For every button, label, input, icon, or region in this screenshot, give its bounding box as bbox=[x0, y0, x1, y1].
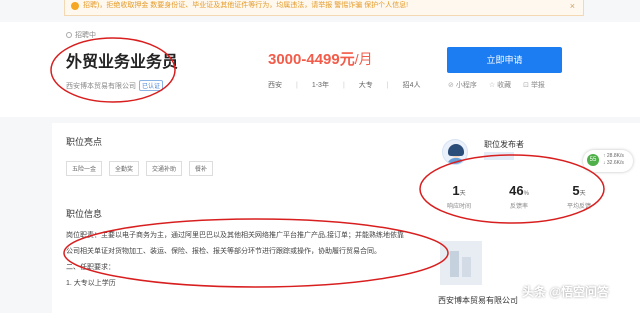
highlight-tags: 五险一金 全勤奖 交通补助 餐补 bbox=[66, 158, 220, 176]
meta-education: 大专 bbox=[358, 82, 373, 89]
company-logo[interactable] bbox=[440, 241, 482, 285]
mini-program-icon: ⊘ bbox=[448, 82, 454, 89]
requirements-title: 二、任职要求： bbox=[66, 264, 115, 271]
stat-avg-feedback: 5天 平均反馈 bbox=[566, 183, 591, 210]
mini-program-button[interactable]: ⊘ 小程序 bbox=[448, 82, 477, 89]
info-title: 职位信息 bbox=[66, 209, 103, 219]
tag-insurance: 五险一金 bbox=[66, 161, 103, 176]
close-icon[interactable]: × bbox=[570, 0, 575, 12]
job-title: 外贸业务业务员 bbox=[66, 54, 179, 71]
verified-badge: 已认证 bbox=[139, 80, 164, 91]
job-detail-panel: 职位亮点 五险一金 全勤奖 交通补助 餐补 职位信息 岗位职责：主要以电子商务为主，通… bbox=[52, 123, 422, 313]
status-icon bbox=[66, 32, 72, 38]
job-description: 岗位职责：主要以电子商务为主，通过阿里巴巴以及其他相关网络推广平台推广产品,接订… bbox=[66, 228, 406, 292]
publisher-title: 职位发布者 bbox=[484, 140, 524, 149]
watermark-icon bbox=[505, 284, 519, 298]
report-button[interactable]: ⊡ 举报 bbox=[523, 82, 545, 89]
tag-attendance: 全勤奖 bbox=[109, 161, 140, 176]
job-actions: ⊘ 小程序 ☆ 收藏 ⊡ 举报 bbox=[448, 80, 555, 90]
requirement-1: 1. 大专以上学历 bbox=[66, 280, 116, 287]
stat-feedback-rate: 46% 反馈率 bbox=[509, 183, 529, 210]
stat-response: 1天 响应时间 bbox=[446, 183, 471, 210]
notice-banner: 招聘)，拒绝收取押金 数要身份证、毕业证及其他证件等行为，均属违法，请举报 警惕… bbox=[64, 0, 584, 16]
speed-badge: 55 bbox=[587, 154, 599, 166]
tag-meal: 餐补 bbox=[189, 161, 214, 176]
notice-text: 招聘)，拒绝收取押金 数要身份证、毕业证及其他证件等行为，均属违法，请举报 警惕… bbox=[83, 2, 409, 9]
salary-unit: /月 bbox=[354, 51, 373, 67]
tag-transport: 交通补助 bbox=[146, 161, 183, 176]
duties-text: 岗位职责：主要以电子商务为主，通过阿里巴巴以及其他相关网络推广平台推广产品,接订… bbox=[66, 232, 404, 255]
status-label: 招聘中 bbox=[75, 32, 96, 39]
download-speed: ↓ 32.6K/s bbox=[603, 160, 624, 166]
highlights-title: 职位亮点 bbox=[66, 137, 103, 147]
company-name[interactable]: 西安博本贸易有限公司 bbox=[66, 83, 136, 90]
salary: 3000-4499元/月 bbox=[268, 48, 373, 69]
meta-experience: 1-3年 bbox=[311, 82, 329, 89]
publisher-name-placeholder bbox=[484, 152, 514, 160]
watermark: 头条 @悟空问答 bbox=[505, 283, 609, 300]
company-line: 西安博本贸易有限公司 已认证 bbox=[66, 80, 164, 91]
favorite-button[interactable]: ☆ 收藏 bbox=[489, 82, 511, 89]
job-header: 招聘中 外贸业务业务员 西安博本贸易有限公司 已认证 3000-4499元/月 西… bbox=[0, 22, 640, 117]
apply-button[interactable]: 立即申请 bbox=[447, 47, 562, 73]
meta-city: 西安 bbox=[268, 82, 282, 89]
star-icon: ☆ bbox=[488, 82, 496, 89]
warning-icon bbox=[71, 2, 79, 10]
report-icon: ⊡ bbox=[523, 82, 529, 89]
job-meta: 西安 | 1-3年 | 大专 | 招4人 bbox=[268, 82, 421, 89]
meta-headcount: 招4人 bbox=[402, 82, 421, 89]
upload-speed: ↑ 28.8K/s bbox=[603, 153, 624, 159]
network-speed-widget[interactable]: 55 ↑ 28.8K/s ↓ 32.6K/s bbox=[583, 150, 633, 172]
avatar[interactable] bbox=[442, 139, 468, 165]
salary-range: 3000-4499元 bbox=[268, 51, 355, 68]
job-status: 招聘中 bbox=[66, 30, 96, 40]
